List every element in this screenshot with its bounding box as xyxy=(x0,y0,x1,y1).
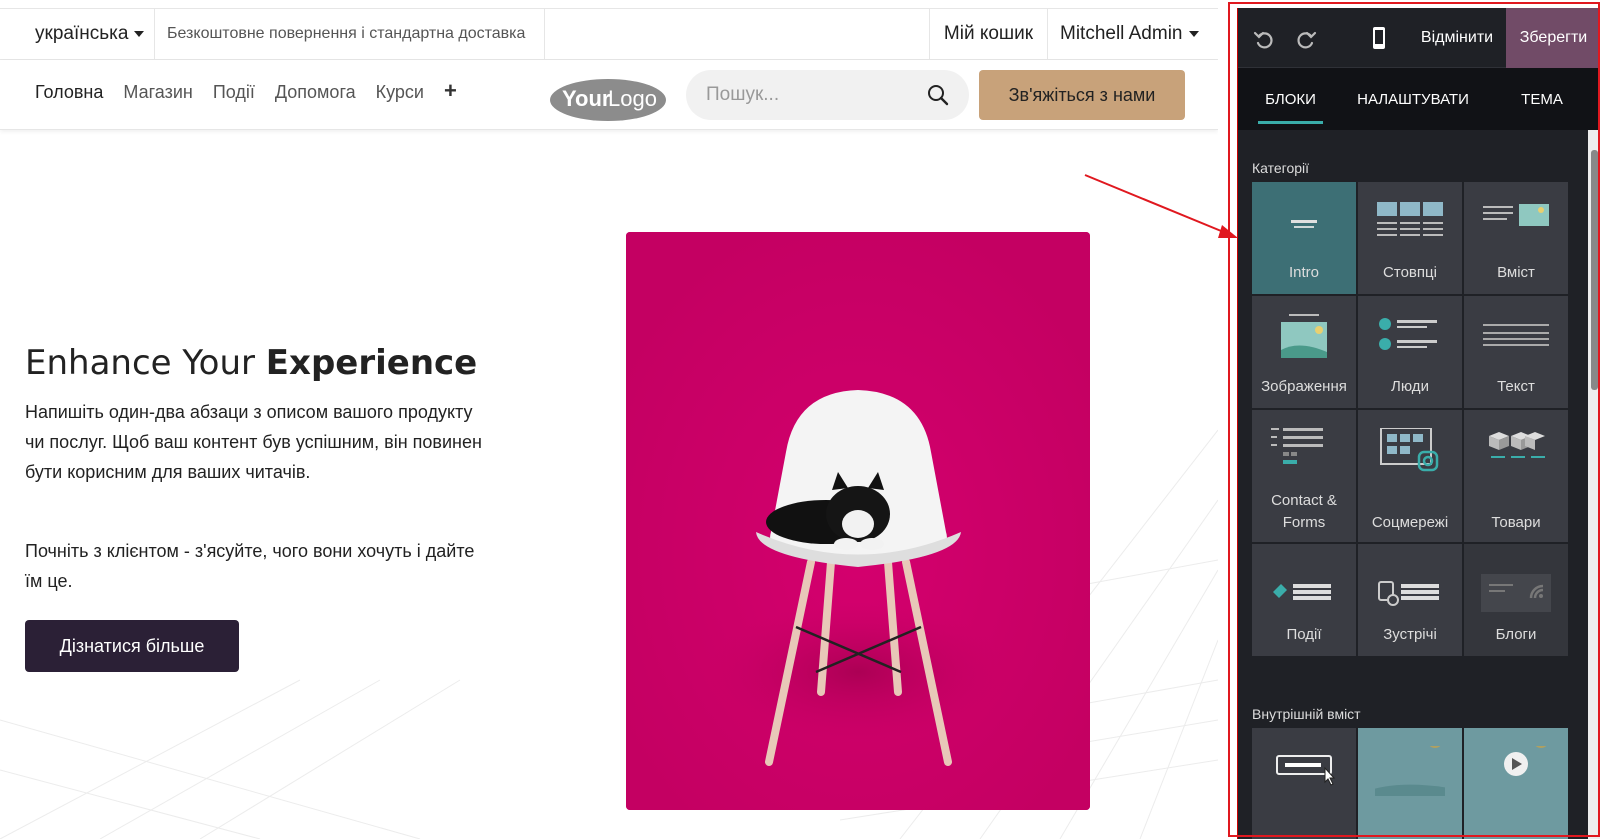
block-images[interactable]: Зображення xyxy=(1252,296,1356,408)
language-label: українська xyxy=(35,23,129,44)
editor-toolbar: Відмінити Зберегти xyxy=(1238,8,1600,68)
columns-thumbnail-icon xyxy=(1377,202,1443,236)
hero-paragraph-2: Почніть з клієнтом - з'ясуйте, чого вони… xyxy=(25,541,475,591)
text-thumbnail-icon xyxy=(1483,324,1549,346)
inner-content-grid xyxy=(1252,728,1568,839)
block-label: Текст xyxy=(1497,378,1535,395)
panel-scrollbar[interactable] xyxy=(1588,130,1600,839)
search-input[interactable]: Пошук... xyxy=(686,70,969,120)
video-play-icon xyxy=(1504,746,1547,776)
learn-more-button[interactable]: Дізнатися більше xyxy=(25,620,239,672)
blocks-list: Категорії Intro Стовпці Вміст Зображення… xyxy=(1238,130,1588,839)
undo-icon[interactable] xyxy=(1253,28,1275,50)
products-thumbnail-icon xyxy=(1489,432,1545,458)
site-logo[interactable]: Your Logo xyxy=(548,74,668,122)
events-thumbnail-icon xyxy=(1273,584,1331,600)
inner-block-video[interactable] xyxy=(1464,728,1568,839)
inner-block-button[interactable] xyxy=(1252,728,1356,839)
top-bar: українська Безкоштовне повернення і стан… xyxy=(0,8,1218,60)
panel-scrollbar-thumb[interactable] xyxy=(1591,150,1598,390)
nav-links: Головна Магазин Події Допомога Курси + xyxy=(35,80,457,103)
editor-tabs: БЛОКИ НАЛАШТУВАТИ ТЕМА xyxy=(1238,68,1600,130)
image-thumbnail-icon xyxy=(1375,746,1445,796)
user-menu[interactable]: Mitchell Admin xyxy=(1048,9,1218,59)
block-columns[interactable]: Стовпці xyxy=(1358,182,1462,294)
categories-grid: Intro Стовпці Вміст Зображення Люди Текс… xyxy=(1252,182,1568,656)
block-appointments[interactable]: Зустрічі xyxy=(1358,544,1462,656)
block-label: Вміст xyxy=(1497,264,1535,281)
nav-item-shop[interactable]: Магазин xyxy=(123,82,192,103)
mobile-preview-icon[interactable] xyxy=(1371,26,1387,50)
block-products[interactable]: Товари xyxy=(1464,410,1568,542)
cart-link[interactable]: Мій кошик xyxy=(930,9,1048,59)
tab-customize[interactable]: НАЛАШТУВАТИ xyxy=(1343,68,1483,130)
hero-title-bold: Experience xyxy=(265,343,478,383)
categories-title: Категорії xyxy=(1252,160,1310,176)
block-content[interactable]: Вміст xyxy=(1464,182,1568,294)
nav-item-help[interactable]: Допомога xyxy=(275,82,356,103)
inner-block-image[interactable] xyxy=(1358,728,1462,839)
block-label: Contact & Forms xyxy=(1271,492,1337,531)
appointments-thumbnail-icon xyxy=(1378,581,1439,606)
block-label: Товари xyxy=(1491,514,1541,531)
promo-text: Безкоштовне повернення і стандартна дост… xyxy=(155,9,545,59)
images-thumbnail-icon xyxy=(1281,314,1327,358)
save-button[interactable]: Зберегти xyxy=(1506,8,1600,68)
hero-title-plain: Enhance Your xyxy=(25,343,266,383)
content-thumbnail-icon xyxy=(1483,204,1549,226)
block-label: Блоги xyxy=(1495,626,1537,643)
block-label: Події xyxy=(1286,626,1322,643)
block-social[interactable]: Соцмережі xyxy=(1358,410,1462,542)
intro-thumbnail-icon xyxy=(1291,220,1317,228)
nav-item-home[interactable]: Головна xyxy=(35,82,103,103)
hero-paragraph-1: Напишіть один-два абзаци з описом вашого… xyxy=(25,402,482,482)
hero-title: Enhance Your Experience xyxy=(25,343,477,383)
block-text[interactable]: Текст xyxy=(1464,296,1568,408)
block-label: Люди xyxy=(1391,378,1429,395)
button-thumbnail-icon xyxy=(1276,755,1336,786)
top-bar-spacer xyxy=(545,9,930,59)
chevron-down-icon xyxy=(1188,31,1199,37)
website-preview: українська Безкоштовне повернення і стан… xyxy=(0,0,1218,839)
inner-content-title: Внутрішній вміст xyxy=(1252,706,1361,722)
add-menu-item-icon[interactable]: + xyxy=(444,80,457,103)
block-label: Intro xyxy=(1288,264,1319,281)
social-thumbnail-icon xyxy=(1380,428,1439,472)
block-contact-forms[interactable]: Contact & Forms xyxy=(1252,410,1356,542)
nav-item-courses[interactable]: Курси xyxy=(376,82,424,103)
main-navbar: Головна Магазин Події Допомога Курси + Y… xyxy=(0,60,1218,130)
block-people[interactable]: Люди xyxy=(1358,296,1462,408)
hero-image-cat-on-chair[interactable] xyxy=(626,232,1090,810)
contact-us-button[interactable]: Зв'яжіться з нами xyxy=(979,70,1185,120)
block-label: Зображення xyxy=(1261,378,1347,395)
tab-blocks[interactable]: БЛОКИ xyxy=(1238,68,1343,130)
chevron-down-icon xyxy=(134,31,145,37)
block-label: Стовпці xyxy=(1383,264,1437,281)
block-intro[interactable]: Intro xyxy=(1252,182,1356,294)
redo-icon[interactable] xyxy=(1295,28,1317,50)
search-icon[interactable] xyxy=(927,84,949,106)
blogs-thumbnail-icon xyxy=(1481,574,1551,612)
block-label: Соцмережі xyxy=(1371,514,1449,531)
discard-button[interactable]: Відмінити xyxy=(1403,8,1511,68)
logo-text-logo: Logo xyxy=(608,86,657,111)
user-name: Mitchell Admin xyxy=(1060,23,1183,44)
block-blogs[interactable]: Блоги xyxy=(1464,544,1568,656)
cat-chair-illustration xyxy=(626,232,1090,810)
language-selector[interactable]: українська xyxy=(0,9,155,59)
editor-panel: Відмінити Зберегти БЛОКИ НАЛАШТУВАТИ ТЕМ… xyxy=(1237,8,1600,839)
tab-theme[interactable]: ТЕМА xyxy=(1483,68,1600,130)
block-label: Зустрічі xyxy=(1383,626,1437,643)
people-thumbnail-icon xyxy=(1379,318,1437,350)
nav-item-events[interactable]: Події xyxy=(213,82,255,103)
search-placeholder: Пошук... xyxy=(706,84,780,105)
logo-text-your: Your xyxy=(562,86,611,111)
forms-thumbnail-icon xyxy=(1271,428,1323,464)
block-events[interactable]: Події xyxy=(1252,544,1356,656)
